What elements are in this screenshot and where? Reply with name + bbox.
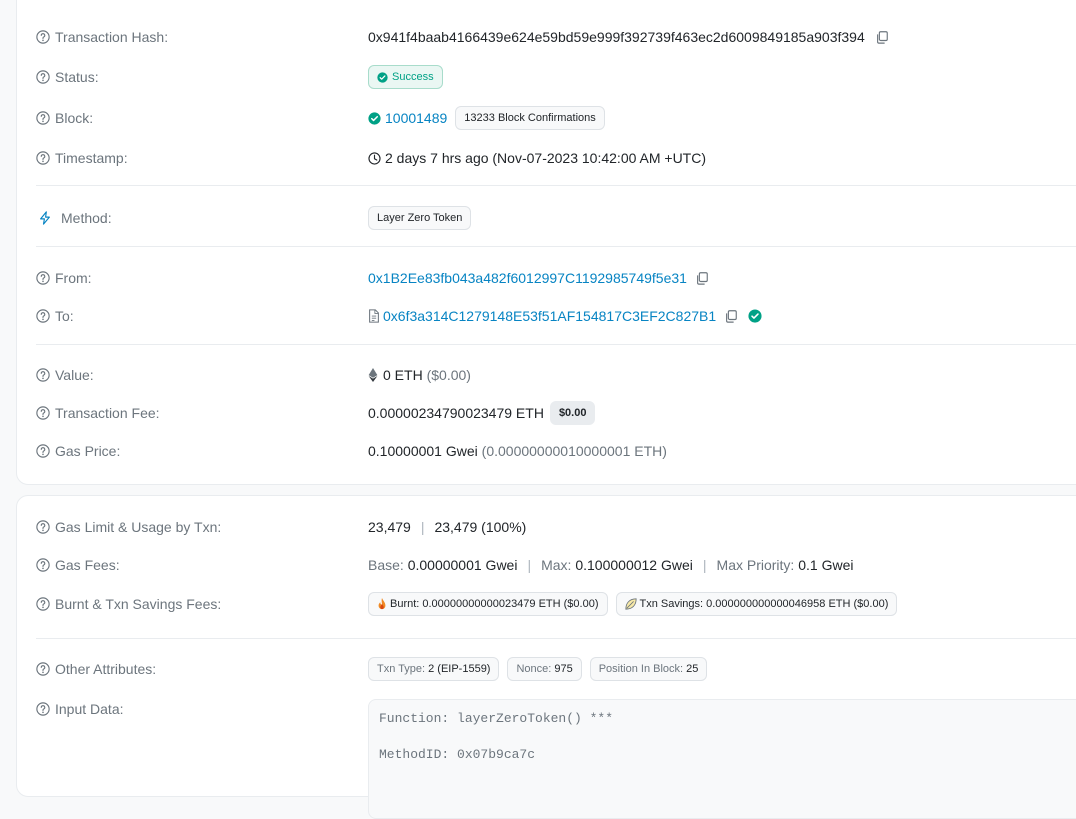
gas-price-label: Gas Price: <box>55 443 121 459</box>
timestamp-value: 2 days 7 hrs ago (Nov-07-2023 10:42:00 A… <box>385 150 707 166</box>
to-label: To: <box>55 308 74 324</box>
nonce-badge: Nonce: 975 <box>507 657 582 681</box>
copy-icon[interactable] <box>695 271 709 285</box>
value-usd: ($0.00) <box>426 367 471 383</box>
gas-price-eth: (0.00000000010000001 ETH) <box>481 443 667 459</box>
input-data-line: MethodID: 0x07b9ca7c <box>379 747 536 762</box>
question-circle-icon[interactable] <box>36 662 50 676</box>
input-data-line: Function: layerZeroToken() *** <box>379 711 614 726</box>
method-label: Method: <box>61 210 112 226</box>
savings-value: 0.000000000000046958 ETH ($0.00) <box>706 598 889 610</box>
tx-fee-usd-badge: $0.00 <box>549 401 596 425</box>
from-label: From: <box>55 270 92 286</box>
divider <box>36 638 1076 639</box>
position-in-block-badge: Position In Block: 25 <box>589 657 708 681</box>
burnt-badge: Burnt: 0.00000000000023479 ETH ($0.00) <box>368 592 608 616</box>
verified-check-icon <box>748 309 762 323</box>
question-circle-icon[interactable] <box>36 111 50 125</box>
question-circle-icon[interactable] <box>36 70 50 84</box>
divider <box>36 344 1076 345</box>
method-badge: Layer Zero Token <box>368 206 472 230</box>
value-row: Value: 0 ETH ($0.00) <box>36 363 1076 387</box>
to-row: To: 0x6f3a314C1279148E53f51AF154817C3EF2… <box>36 304 1076 328</box>
gas-fees-label: Gas Fees: <box>55 557 120 573</box>
divider <box>36 185 1076 186</box>
tx-fee-label: Transaction Fee: <box>55 405 160 421</box>
timestamp-row: Timestamp: 2 days 7 hrs ago (Nov-07-2023… <box>36 146 1076 170</box>
gas-limit-label: Gas Limit & Usage by Txn: <box>55 519 222 535</box>
question-circle-icon[interactable] <box>36 368 50 382</box>
gas-usage-value: 23,479 (100%) <box>434 519 527 535</box>
value-amount: 0 ETH <box>383 367 423 383</box>
txn-type-badge: Txn Type: 2 (EIP-1559) <box>368 657 500 681</box>
block-confirmations-badge: 13233 Block Confirmations <box>455 106 605 130</box>
question-circle-icon[interactable] <box>36 30 50 44</box>
block-label: Block: <box>55 110 94 126</box>
gas-base-fee: 0.00000001 Gwei <box>407 557 518 573</box>
from-address-link[interactable]: 0x1B2Ee83fb043a482f6012997C1192985749f5e… <box>368 270 687 286</box>
other-attributes-label: Other Attributes: <box>55 661 157 677</box>
input-data-box[interactable]: Function: layerZeroToken() *** MethodID:… <box>368 699 1076 819</box>
input-data-label: Input Data: <box>55 701 124 717</box>
copy-icon[interactable] <box>875 30 889 44</box>
method-row: Method: Layer Zero Token <box>36 206 1076 230</box>
savings-badge: Txn Savings: 0.000000000000046958 ETH ($0… <box>615 592 898 616</box>
question-circle-icon[interactable] <box>36 558 50 572</box>
gas-price-row: Gas Price: 0.10000001 Gwei (0.0000000001… <box>36 439 1076 463</box>
input-data-line <box>379 728 1076 746</box>
copy-icon[interactable] <box>724 309 738 323</box>
clock-icon <box>368 151 381 165</box>
timestamp-label: Timestamp: <box>55 150 128 166</box>
from-row: From: 0x1B2Ee83fb043a482f6012997C1192985… <box>36 266 1076 290</box>
gas-limit-value: 23,479 <box>368 519 411 535</box>
question-circle-icon[interactable] <box>36 520 50 534</box>
leaf-icon <box>624 598 637 610</box>
gas-price-gwei: 0.10000001 Gwei <box>368 443 478 459</box>
question-circle-icon[interactable] <box>36 444 50 458</box>
question-circle-icon[interactable] <box>36 597 50 611</box>
other-attributes-row: Other Attributes: Txn Type: 2 (EIP-1559) … <box>36 657 1076 681</box>
question-circle-icon[interactable] <box>36 309 50 323</box>
check-circle-icon <box>368 112 381 125</box>
tx-hash-value: 0x941f4baab4166439e624e59bd59e999f392739… <box>368 29 865 45</box>
burnt-savings-label: Burnt & Txn Savings Fees: <box>55 596 222 612</box>
eth-icon <box>368 368 378 382</box>
check-circle-icon <box>377 72 388 83</box>
question-circle-icon[interactable] <box>36 271 50 285</box>
gas-max-priority-fee: 0.1 Gwei <box>798 557 854 573</box>
fire-icon <box>378 598 386 610</box>
status-row: Status: Success <box>36 65 1076 89</box>
burnt-savings-row: Burnt & Txn Savings Fees: Burnt: 0.000000… <box>36 592 1076 616</box>
to-address-link[interactable]: 0x6f3a314C1279148E53f51AF154817C3EF2C827… <box>383 308 716 324</box>
question-circle-icon[interactable] <box>36 151 50 165</box>
divider <box>36 246 1076 247</box>
gas-limit-row: Gas Limit & Usage by Txn: 23,479 | 23,479 … <box>36 515 1076 539</box>
tx-hash-row: Transaction Hash: 0x941f4baab4166439e624… <box>36 25 1076 49</box>
status-badge: Success <box>368 65 443 89</box>
question-circle-icon[interactable] <box>36 702 50 716</box>
burnt-value: 0.00000000000023479 ETH ($0.00) <box>422 598 599 610</box>
gas-max-fee: 0.100000012 Gwei <box>575 557 693 573</box>
tx-fee-row: Transaction Fee: 0.00000234790023479 ETH… <box>36 401 1076 425</box>
tx-fee-amount: 0.00000234790023479 ETH <box>368 405 544 421</box>
status-label: Status: <box>55 69 99 85</box>
lightning-icon <box>40 211 50 225</box>
block-row: Block: 10001489 13233 Block Confirmations <box>36 106 1076 130</box>
gas-fees-row: Gas Fees: Base: 0.00000001 Gwei | Max: 0.1… <box>36 553 1076 577</box>
tx-hash-label: Transaction Hash: <box>55 29 169 45</box>
question-circle-icon[interactable] <box>36 406 50 420</box>
value-label: Value: <box>55 367 94 383</box>
file-icon <box>369 309 379 323</box>
block-number-link[interactable]: 10001489 <box>385 110 447 126</box>
